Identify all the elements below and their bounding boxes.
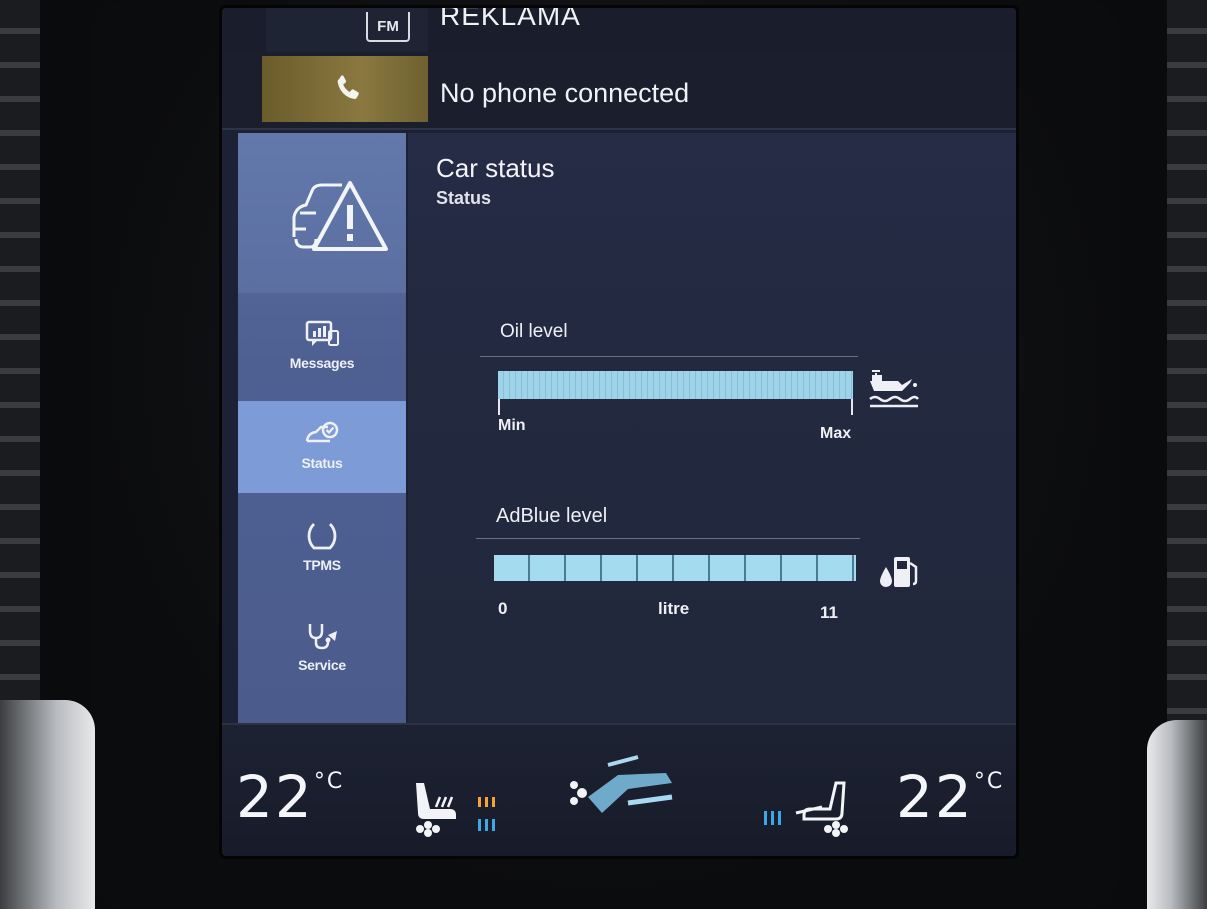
adblue-min-label: 0 <box>498 599 508 618</box>
adblue-divider <box>476 538 860 539</box>
oil-level-bar <box>498 371 853 399</box>
seat-heat-fan-icon[interactable] <box>406 779 476 839</box>
page-title: Car status <box>436 153 555 183</box>
oil-max-label: Max <box>820 425 852 442</box>
phone-status-text: No phone connected <box>440 78 690 108</box>
messages-icon <box>305 320 339 346</box>
sidebar-item-status[interactable]: Status <box>238 401 406 493</box>
adblue-level-fill <box>494 555 856 581</box>
car-warning-icon <box>292 181 388 251</box>
right-chrome-trim <box>1147 720 1207 909</box>
adblue-max-label: 11 <box>820 603 838 622</box>
oil-min-label: Min <box>498 417 526 434</box>
left-chrome-trim <box>0 700 95 909</box>
sidebar-item-label: TPMS <box>303 557 341 573</box>
sidebar-item-label: Status <box>301 455 343 471</box>
passenger-temp-value: 22 <box>896 763 974 831</box>
oil-level-fill <box>498 371 853 399</box>
fm-radio-icon: FM <box>366 12 410 42</box>
page-subtitle: Status <box>436 188 492 208</box>
seat-heat-level-indicator <box>478 797 495 831</box>
radio-tile[interactable]: FM REKLAMA <box>222 8 1016 53</box>
radio-station-text: REKLAMA <box>440 8 581 31</box>
climate-fan-icon[interactable] <box>568 753 688 825</box>
driver-temperature[interactable]: 22°C <box>236 763 344 831</box>
phone-icon-box <box>262 56 428 122</box>
car-status-sidebar: Messages Status TPMS Service <box>238 133 406 723</box>
driver-temp-unit: °C <box>313 769 345 794</box>
sidebar-item-service[interactable]: Service <box>238 603 406 695</box>
oil-level-label: Oil level <box>500 321 568 342</box>
sidebar-item-messages[interactable]: Messages <box>238 301 406 393</box>
oil-max-tick <box>851 399 853 415</box>
seat-fan-icon[interactable] <box>788 779 854 839</box>
phone-icon <box>337 75 359 99</box>
sidebar-item-label: Messages <box>289 355 355 371</box>
stethoscope-icon <box>308 624 337 650</box>
adblue-unit-label: litre <box>658 599 690 618</box>
phone-tile[interactable]: No phone connected <box>222 52 1016 130</box>
oil-can-icon <box>869 370 919 408</box>
climate-bar: 22°C 22°C <box>222 723 1016 856</box>
adblue-level-bar <box>494 555 856 581</box>
infotainment-screen: FM REKLAMA No phone connected Messages S… <box>222 8 1016 856</box>
oil-divider <box>480 356 858 357</box>
sidebar-item-label: Service <box>298 657 346 673</box>
oil-min-tick <box>498 399 500 415</box>
adblue-pump-icon <box>880 557 918 587</box>
radio-icon-box: FM <box>266 8 428 52</box>
passenger-temp-unit: °C <box>973 769 1005 794</box>
tire-icon <box>307 523 337 550</box>
car-status-icon <box>305 421 339 443</box>
car-status-panel: Car status Status Oil level Min Max AdBl… <box>408 133 1016 723</box>
seat-fan-level-indicator <box>764 811 781 825</box>
driver-temp-value: 22 <box>236 763 314 831</box>
adblue-level-label: AdBlue level <box>496 505 608 527</box>
sidebar-header <box>238 133 406 293</box>
passenger-temperature[interactable]: 22°C <box>896 763 1004 831</box>
sidebar-item-tpms[interactable]: TPMS <box>238 503 406 595</box>
